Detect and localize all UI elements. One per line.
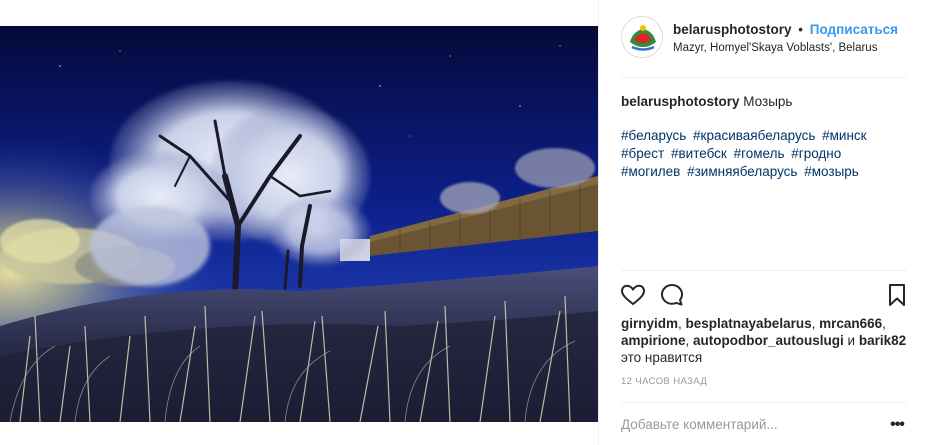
liker-link[interactable]: besplatnayabelarus <box>686 316 812 331</box>
speech-bubble-icon <box>661 284 683 306</box>
caption-text: Мозырь <box>739 94 793 109</box>
hashtag-link[interactable]: #беларусь <box>621 128 686 143</box>
liker-link[interactable]: girnyidm <box>621 316 678 331</box>
liker-link[interactable]: ampirione <box>621 333 686 348</box>
hashtag-link[interactable]: #гродно <box>791 146 841 161</box>
hashtag-link[interactable]: #гомель <box>734 146 785 161</box>
liker-link[interactable]: mrcan666 <box>819 316 882 331</box>
hashtag-link[interactable]: #зимняябеларусь <box>687 164 797 179</box>
hashtag-link[interactable]: #брест <box>621 146 664 161</box>
likes-conjunction: и <box>847 333 856 348</box>
avatar-logo-icon <box>623 18 662 57</box>
post-caption: belarusphotostory Мозырь <box>621 93 907 111</box>
separator-dot: • <box>798 22 804 37</box>
more-options-button[interactable]: ••• <box>887 415 907 435</box>
hashtag-link[interactable]: #красиваябеларусь <box>693 128 815 143</box>
likes-suffix: это нравится <box>621 350 703 365</box>
comment-input[interactable] <box>621 414 871 434</box>
comment-bar: ••• <box>621 402 907 445</box>
location-link[interactable]: Mazyr, Homyel'Skaya Voblasts', Belarus <box>673 42 877 54</box>
hashtag-link[interactable]: #могилев <box>621 164 680 179</box>
post-timestamp[interactable]: 12 часов назад <box>621 376 707 387</box>
ellipsis-icon: ••• <box>890 416 905 433</box>
post-photo[interactable] <box>0 26 598 422</box>
hashtag-link[interactable]: #витебск <box>671 146 727 161</box>
follow-button[interactable]: Подписаться <box>810 22 898 37</box>
comment-button[interactable] <box>658 281 686 309</box>
winter-tree-night-photo <box>0 26 598 422</box>
hashtag-link[interactable]: #мозырь <box>804 164 859 179</box>
heart-outline-icon <box>620 284 646 306</box>
post-media <box>0 0 598 445</box>
caption-username[interactable]: belarusphotostory <box>621 94 740 109</box>
username-line: belarusphotostory • Подписаться <box>673 22 898 37</box>
avatar[interactable] <box>621 16 663 58</box>
username-link[interactable]: belarusphotostory <box>673 22 792 37</box>
save-button[interactable] <box>883 281 911 309</box>
post-header: belarusphotostory • Подписаться Mazyr, H… <box>621 16 907 78</box>
hashtag-link[interactable]: #минск <box>822 128 866 143</box>
bookmark-icon <box>889 284 905 306</box>
post-side-panel: belarusphotostory • Подписаться Mazyr, H… <box>598 0 928 445</box>
hashtag-list: #беларусь #красиваябеларусь #минск #брес… <box>621 127 891 181</box>
like-button[interactable] <box>619 281 647 309</box>
liker-link[interactable]: autopodbor_autouslugi <box>693 333 844 348</box>
liker-link[interactable]: barik82 <box>859 333 906 348</box>
likes-summary: girnyidm, besplatnayabelarus, mrcan666, … <box>621 316 907 365</box>
